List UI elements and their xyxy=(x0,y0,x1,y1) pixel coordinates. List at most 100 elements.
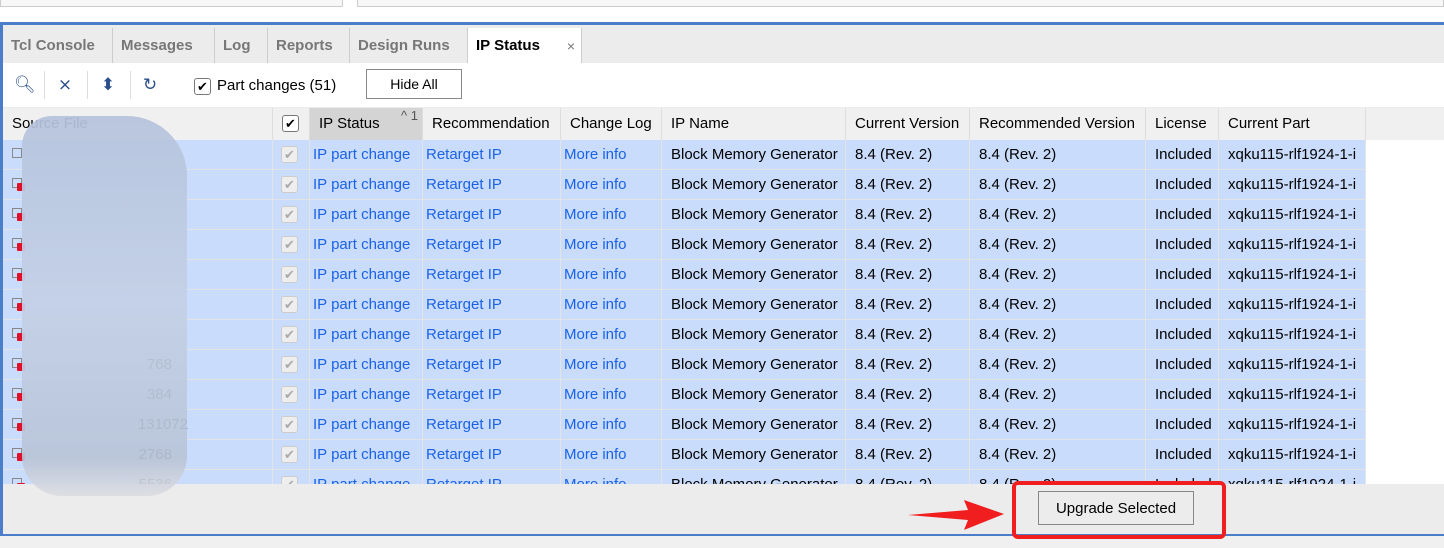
change-log-cell[interactable]: More info xyxy=(561,320,662,349)
ip-status-cell[interactable]: IP part change xyxy=(310,440,423,469)
column-label: Current Version xyxy=(855,115,960,132)
recommendation-cell[interactable]: Retarget IP xyxy=(423,410,561,439)
recommendation-cell[interactable]: Retarget IP xyxy=(423,200,561,229)
ip-status-cell[interactable]: IP part change xyxy=(310,350,423,379)
search-icon[interactable]: 🔍︎ xyxy=(14,75,36,95)
refresh-icon[interactable]: ↻ xyxy=(140,75,160,95)
recommendation-cell[interactable]: Retarget IP xyxy=(423,170,561,199)
column-header-change-log[interactable]: Change Log xyxy=(561,108,662,140)
select-all-checkbox[interactable]: ✔ xyxy=(282,115,299,132)
column-header-select[interactable]: ✔ xyxy=(273,108,310,140)
change-log-cell[interactable]: More info xyxy=(561,200,662,229)
row-checkbox[interactable]: ✔ xyxy=(281,446,298,463)
sort-arrow: ^ xyxy=(401,108,408,123)
tab-label: Tcl Console xyxy=(11,37,95,54)
ip-status-cell[interactable]: IP part change xyxy=(310,170,423,199)
row-checkbox[interactable]: ✔ xyxy=(281,296,298,313)
tab-reports[interactable]: Reports xyxy=(268,28,350,63)
ip-name-cell: Block Memory Generator xyxy=(662,440,846,469)
recommendation-cell[interactable]: Retarget IP xyxy=(423,260,561,289)
change-log-cell[interactable]: More info xyxy=(561,170,662,199)
recommended-version-cell: 8.4 (Rev. 2) xyxy=(970,410,1146,439)
tab-design-runs[interactable]: Design Runs xyxy=(350,28,468,63)
column-header-filler xyxy=(1366,108,1444,140)
table-row[interactable]: ✔ IP part change Retarget IP More info Block… xyxy=(3,170,1366,200)
table-row[interactable]: ✔ IP part change Retarget IP More info Block… xyxy=(3,290,1366,320)
change-log-cell[interactable]: More info xyxy=(561,380,662,409)
column-header-recommended-version[interactable]: Recommended Version xyxy=(970,108,1146,140)
part-changes-checkbox[interactable]: ✔ xyxy=(194,78,211,95)
row-checkbox[interactable]: ✔ xyxy=(281,146,298,163)
column-header-license[interactable]: License xyxy=(1146,108,1219,140)
close-icon[interactable]: × xyxy=(567,29,575,64)
ip-status-cell[interactable]: IP part change xyxy=(310,290,423,319)
table-row[interactable]: 131072✔IP part changeRetarget IPMore inf… xyxy=(3,410,1366,440)
column-header-ip-name[interactable]: IP Name xyxy=(662,108,846,140)
table-row[interactable]: ✔ IP part change Retarget IP More info Block… xyxy=(3,320,1366,350)
change-log-cell[interactable]: More info xyxy=(561,350,662,379)
table-row[interactable]: 384✔IP part changeRetarget IPMore infoBl… xyxy=(3,380,1366,410)
recommendation-cell[interactable]: Retarget IP xyxy=(423,230,561,259)
ip-name-cell: Block Memory Generator xyxy=(662,200,846,229)
ip-status-cell[interactable]: IP part change xyxy=(310,230,423,259)
table-row[interactable]: ✔ IP part change Retarget IP More info Block… xyxy=(3,230,1366,260)
hide-all-button[interactable]: Hide All xyxy=(366,69,462,99)
table-row[interactable]: 2768✔IP part changeRetarget IPMore infoB… xyxy=(3,440,1366,470)
recommendation-cell[interactable]: Retarget IP xyxy=(423,290,561,319)
expand-all-icon[interactable]: ⬍ xyxy=(98,75,118,95)
recommendation-cell[interactable]: Retarget IP xyxy=(423,380,561,409)
tab-tcl-console[interactable]: Tcl Console xyxy=(3,28,113,63)
table-row[interactable]: 768✔IP part changeRetarget IPMore infoBl… xyxy=(3,350,1366,380)
row-checkbox[interactable]: ✔ xyxy=(281,176,298,193)
current-part-cell: xqku115-rlf1924-1-i xyxy=(1219,350,1366,379)
current-version-cell: 8.4 (Rev. 2) xyxy=(846,440,970,469)
row-checkbox[interactable]: ✔ xyxy=(281,476,298,484)
row-checkbox[interactable]: ✔ xyxy=(281,206,298,223)
tab-messages[interactable]: Messages xyxy=(113,28,215,63)
upper-left-panel xyxy=(0,0,343,7)
row-checkbox[interactable]: ✔ xyxy=(281,326,298,343)
row-checkbox[interactable]: ✔ xyxy=(281,356,298,373)
column-header-ip-status[interactable]: IP Status ^ 1 xyxy=(310,108,423,140)
change-log-cell[interactable]: More info xyxy=(561,290,662,319)
change-log-cell[interactable]: More info xyxy=(561,410,662,439)
ip-status-cell[interactable]: IP part change xyxy=(310,470,423,484)
ip-status-cell[interactable]: IP part change xyxy=(310,260,423,289)
ip-status-cell[interactable]: IP part change xyxy=(310,410,423,439)
license-cell: Included xyxy=(1146,200,1219,229)
ip-status-cell[interactable]: IP part change xyxy=(310,380,423,409)
column-header-current-version[interactable]: Current Version xyxy=(846,108,970,140)
change-log-cell[interactable]: More info xyxy=(561,440,662,469)
upper-right-panel xyxy=(357,0,1444,7)
current-version-cell: 8.4 (Rev. 2) xyxy=(846,230,970,259)
column-header-current-part[interactable]: Current Part xyxy=(1219,108,1366,140)
recommendation-cell[interactable]: Retarget IP xyxy=(423,440,561,469)
table-row[interactable]: ✔ IP part change Retarget IP More info Block… xyxy=(3,200,1366,230)
row-checkbox[interactable]: ✔ xyxy=(281,236,298,253)
ip-status-cell[interactable]: IP part change xyxy=(310,200,423,229)
table-row[interactable]: ✔ IP part change Retarget IP More info Block… xyxy=(3,140,1366,170)
change-log-cell[interactable]: More info xyxy=(561,230,662,259)
change-log-cell[interactable]: More info xyxy=(561,260,662,289)
recommendation-cell[interactable]: Retarget IP xyxy=(423,140,561,169)
collapse-all-icon[interactable]: ⨯ xyxy=(55,75,75,95)
top-panels xyxy=(0,0,1444,22)
ip-status-cell[interactable]: IP part change xyxy=(310,320,423,349)
row-checkbox-cell: ✔ xyxy=(273,170,310,199)
change-log-cell[interactable]: More info xyxy=(561,140,662,169)
row-checkbox[interactable]: ✔ xyxy=(281,266,298,283)
table-row[interactable]: ✔ IP part change Retarget IP More info Block… xyxy=(3,260,1366,290)
column-header-recommendation[interactable]: Recommendation xyxy=(423,108,561,140)
change-log-cell[interactable]: More info xyxy=(561,470,662,484)
row-checkbox[interactable]: ✔ xyxy=(281,416,298,433)
recommendation-cell[interactable]: Retarget IP xyxy=(423,470,561,484)
recommendation-cell[interactable]: Retarget IP xyxy=(423,350,561,379)
tab-log[interactable]: Log xyxy=(215,28,268,63)
recommendation-cell[interactable]: Retarget IP xyxy=(423,320,561,349)
ip-status-cell[interactable]: IP part change xyxy=(310,140,423,169)
row-checkbox-cell: ✔ xyxy=(273,290,310,319)
row-checkbox[interactable]: ✔ xyxy=(281,386,298,403)
current-version-cell: 8.4 (Rev. 2) xyxy=(846,200,970,229)
tab-ip-status[interactable]: IP Status × xyxy=(468,28,582,63)
license-cell: Included xyxy=(1146,380,1219,409)
